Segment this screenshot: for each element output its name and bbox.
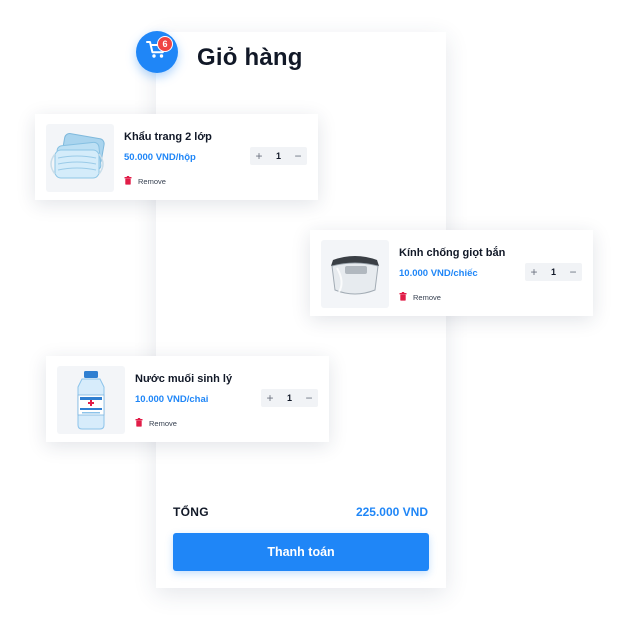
- quantity-value: 1: [550, 267, 556, 277]
- remove-label: Remove: [138, 176, 166, 186]
- item-name: Nước muối sinh lý: [135, 373, 233, 385]
- quantity-value: 1: [275, 151, 281, 161]
- saline-bottle-image: [57, 366, 125, 434]
- plus-icon[interactable]: +: [261, 389, 279, 407]
- plus-icon[interactable]: +: [525, 263, 543, 281]
- trash-icon: [135, 414, 143, 432]
- item-price: 10.000 VND/chiếc: [399, 268, 478, 279]
- item-name: Kính chống giọt bắn: [399, 247, 506, 259]
- minus-icon[interactable]: −: [300, 389, 318, 407]
- item-name: Khẩu trang 2 lớp: [124, 131, 212, 143]
- cart-item: Khẩu trang 2 lớp 50.000 VND/hộp Remove +…: [35, 114, 318, 200]
- surgical-mask-image: [46, 124, 114, 192]
- cart-item: Kính chống giọt bắn 10.000 VND/chiếc Rem…: [310, 230, 593, 316]
- cart-item: Nước muối sinh lý 10.000 VND/chai Remove…: [46, 356, 329, 442]
- remove-button[interactable]: Remove: [124, 172, 166, 190]
- remove-button[interactable]: Remove: [399, 288, 441, 306]
- item-price: 10.000 VND/chai: [135, 394, 209, 405]
- page-title: Giỏ hàng: [197, 44, 303, 71]
- face-shield-image: [321, 240, 389, 308]
- trash-icon: [399, 288, 407, 306]
- minus-icon[interactable]: −: [564, 263, 582, 281]
- total-label: TỔNG: [173, 505, 209, 519]
- total-value: 225.000 VND: [355, 505, 428, 519]
- cart-count-badge: 6: [157, 36, 173, 52]
- quantity-stepper: + 1 −: [261, 389, 318, 407]
- cart-button[interactable]: [136, 31, 178, 73]
- minus-icon[interactable]: −: [289, 147, 307, 165]
- remove-button[interactable]: Remove: [135, 414, 177, 432]
- trash-icon: [124, 172, 132, 190]
- checkout-button[interactable]: Thanh toán: [173, 533, 429, 571]
- remove-label: Remove: [149, 418, 177, 428]
- plus-icon[interactable]: +: [250, 147, 268, 165]
- item-price: 50.000 VND/hộp: [124, 152, 196, 163]
- quantity-value: 1: [286, 393, 292, 403]
- remove-label: Remove: [413, 292, 441, 302]
- quantity-stepper: + 1 −: [525, 263, 582, 281]
- quantity-stepper: + 1 −: [250, 147, 307, 165]
